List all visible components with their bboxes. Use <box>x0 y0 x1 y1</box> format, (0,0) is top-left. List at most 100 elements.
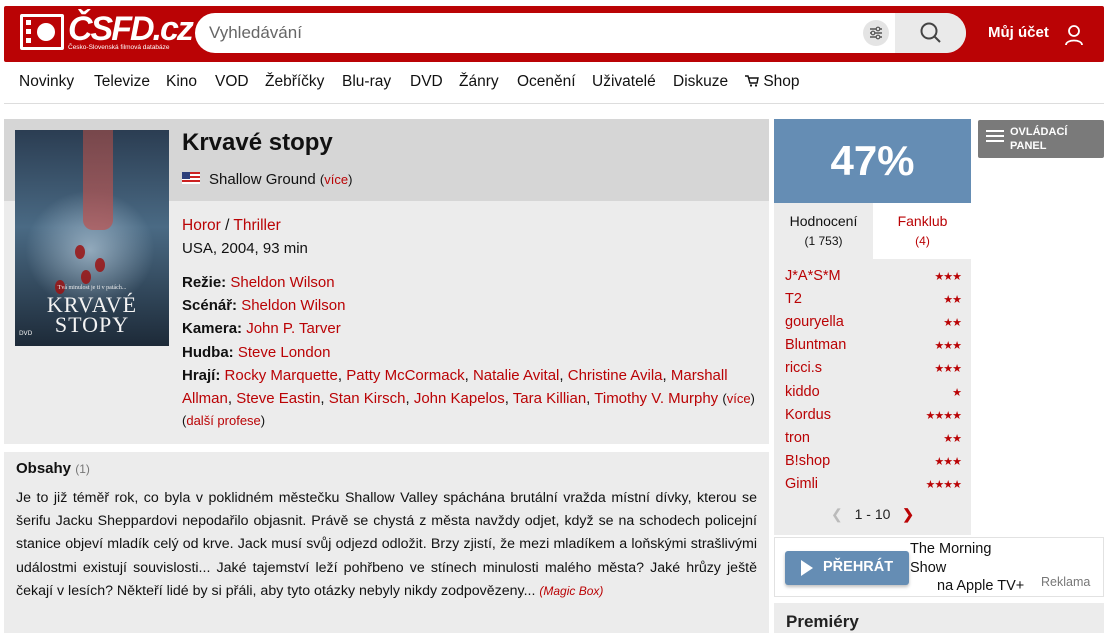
tab-ratings-count: (1 753) <box>804 234 843 248</box>
cart-icon <box>745 75 759 87</box>
user-rating-row: tron ★★ <box>785 430 962 452</box>
directing-label: Režie: <box>182 274 227 291</box>
nav-item-kino[interactable]: Kino <box>166 73 197 91</box>
nav-item-vod[interactable]: VOD <box>215 73 249 91</box>
user-name-link[interactable]: Bluntman <box>785 337 846 353</box>
cast-more-link[interactable]: více <box>727 391 751 406</box>
user-rating-row: J*A*S*M ★★★ <box>785 268 962 290</box>
user-rating-row: gouryella ★★ <box>785 314 962 336</box>
camera-label: Kamera: <box>182 320 243 338</box>
nav-item-zebricky[interactable]: Žebříčky <box>265 73 324 91</box>
my-account-link[interactable]: Můj účet <box>988 24 1049 41</box>
nav-item-novinky[interactable]: Novinky <box>19 73 74 91</box>
ad-text-line3: na Apple TV+ <box>937 578 1025 594</box>
search-bar <box>195 13 966 53</box>
plot-source[interactable]: (Magic Box) <box>539 584 603 598</box>
user-name-link[interactable]: Kordus <box>785 407 831 423</box>
alt-titles-more-link[interactable]: více <box>324 172 348 187</box>
ad-text-line2: Show <box>910 560 947 576</box>
tab-ratings-label: Hodnocení <box>789 213 858 229</box>
user-rating-row: Bluntman ★★★ <box>785 337 962 359</box>
ad-label: Reklama <box>1041 575 1091 589</box>
search-button[interactable] <box>895 13 966 53</box>
pager-next-icon[interactable]: ❯ <box>902 506 914 522</box>
genre-separator: / <box>220 217 234 234</box>
writing-label: Scénář: <box>182 297 238 315</box>
nav-item-diskuze[interactable]: Diskuze <box>673 73 728 91</box>
camera-link[interactable]: John P. Tarver <box>246 320 341 337</box>
star-rating-icon: ★★★★ <box>925 408 962 422</box>
star-rating-icon: ★★ <box>943 316 962 330</box>
filter-sliders-icon <box>870 26 882 40</box>
poster-dvd-mark: DVD <box>19 330 33 337</box>
nav-item-zanry[interactable]: Žánry <box>459 73 499 91</box>
plot-text: Je to již téměř rok, co byla v poklidném… <box>16 487 757 603</box>
user-name-link[interactable]: T2 <box>785 291 802 307</box>
control-panel-label: OVLÁDACÍ PANEL <box>1010 126 1068 152</box>
tab-fanclub[interactable]: Fanklub (4) <box>873 203 971 259</box>
cast-link[interactable]: Rocky Marquette <box>225 367 338 384</box>
cast-link[interactable]: Stan Kirsch <box>329 390 406 407</box>
csfd-logo[interactable]: ČSFD.cz Česko-Slovenská filmová databáze <box>20 10 194 56</box>
cast-link[interactable]: John Kapelos <box>414 390 505 407</box>
music-label: Hudba: <box>182 343 234 361</box>
star-rating-icon: ★★★★ <box>925 477 962 491</box>
film-title: Krvavé stopy <box>182 129 333 156</box>
nav-item-oceneni[interactable]: Ocenění <box>517 73 576 91</box>
tab-fanclub-label: Fanklub <box>897 213 948 229</box>
search-filter-button[interactable] <box>863 20 889 46</box>
genre-link[interactable]: Horor <box>182 217 221 234</box>
cast-label: Hrají: <box>182 366 221 384</box>
user-name-link[interactable]: B!shop <box>785 453 830 469</box>
nav-shop-label: Shop <box>763 73 800 90</box>
poster-title-line2: STOPY <box>54 312 130 337</box>
director-link[interactable]: Sheldon Wilson <box>230 274 334 291</box>
plot-heading: Obsahy (1) <box>16 460 90 477</box>
user-name-link[interactable]: kiddo <box>785 384 820 400</box>
plot-count: (1) <box>75 462 90 476</box>
menu-icon <box>986 130 1004 144</box>
user-icon[interactable] <box>1064 24 1084 46</box>
us-flag-icon <box>182 172 200 184</box>
user-rating-row: Kordus ★★★★ <box>785 407 962 429</box>
genre-link[interactable]: Thriller <box>233 217 280 234</box>
plot-body: Je to již téměř rok, co byla v poklidném… <box>16 490 757 599</box>
star-rating-icon: ★★★ <box>934 339 962 353</box>
search-input[interactable] <box>209 13 849 53</box>
writer-link[interactable]: Sheldon Wilson <box>241 297 345 314</box>
pager-prev-icon[interactable]: ❮ <box>831 506 843 522</box>
user-rating-row: ricci.s ★★★ <box>785 360 962 382</box>
cast-link[interactable]: Christine Avila <box>568 367 663 384</box>
film-poster[interactable]: Tvá minulost je ti v patách... KRVAVÉ ST… <box>15 130 169 346</box>
poster-tagline: Tvá minulost je ti v patách... <box>57 285 127 291</box>
nav-item-uzivatele[interactable]: Uživatelé <box>592 73 656 91</box>
user-name-link[interactable]: J*A*S*M <box>785 268 841 284</box>
music-link[interactable]: Steve London <box>238 344 331 361</box>
play-icon <box>801 560 813 576</box>
pager-range: 1 - 10 <box>854 506 891 522</box>
user-name-link[interactable]: Gimli <box>785 476 818 492</box>
nav-item-dvd[interactable]: DVD <box>410 73 443 91</box>
star-rating-icon: ★★★ <box>934 362 962 376</box>
alt-title-row: Shallow Ground (více) <box>209 171 353 188</box>
user-rating-row: B!shop ★★★ <box>785 453 962 475</box>
user-name-link[interactable]: gouryella <box>785 314 844 330</box>
alt-title: Shallow Ground <box>209 171 316 188</box>
cast-link[interactable]: Natalie Avital <box>473 367 559 384</box>
user-rating-row: Gimli ★★★★ <box>785 476 962 498</box>
cast-link[interactable]: Timothy V. Murphy <box>594 390 718 407</box>
cast-link[interactable]: Tara Killian <box>513 390 586 407</box>
user-name-link[interactable]: ricci.s <box>785 360 822 376</box>
tab-fanclub-count: (4) <box>915 234 930 248</box>
nav-item-shop[interactable]: Shop <box>745 73 800 91</box>
main-nav: Novinky Televize Kino VOD Žebříčky Blu-r… <box>4 62 1104 104</box>
nav-item-televize[interactable]: Televize <box>94 73 150 91</box>
rating-percent: 47% <box>830 137 915 184</box>
other-professions-link[interactable]: další profese <box>186 413 260 428</box>
nav-item-bluray[interactable]: Blu-ray <box>342 73 391 91</box>
user-name-link[interactable]: tron <box>785 430 810 446</box>
tab-ratings[interactable]: Hodnocení (1 753) <box>774 203 873 259</box>
cast-link[interactable]: Patty McCormack <box>346 367 464 384</box>
cast-link[interactable]: Steve Eastin <box>236 390 320 407</box>
film-strip-logo-icon <box>20 14 64 50</box>
